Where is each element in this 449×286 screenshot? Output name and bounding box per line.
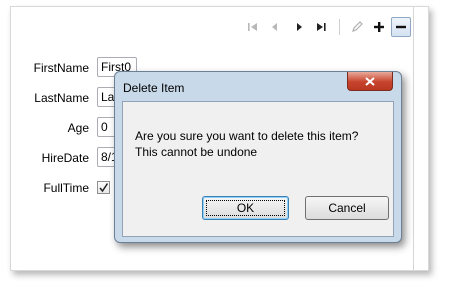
message-line-2: This cannot be undone: [135, 145, 258, 159]
lastname-label: LastName: [34, 91, 89, 105]
plus-icon[interactable]: [369, 17, 389, 37]
dialog-body: Are you sure you want to delete this ite…: [122, 101, 394, 237]
toolbar-separator: [339, 19, 340, 35]
right-divider: [413, 7, 414, 270]
age-label: Age: [67, 121, 89, 135]
fulltime-checkbox[interactable]: [97, 181, 110, 194]
dialog-message: Are you sure you want to delete this ite…: [135, 128, 358, 160]
hiredate-label: HireDate: [41, 151, 89, 165]
fulltime-label: FullTime: [43, 181, 89, 195]
close-button[interactable]: [347, 72, 393, 91]
checkmark-icon: [99, 183, 109, 193]
dialog-title: Delete Item: [123, 81, 185, 95]
close-icon: [365, 76, 375, 86]
navigation-toolbar: [243, 17, 411, 39]
previous-record-icon[interactable]: [265, 17, 285, 37]
delete-item-dialog: Delete Item Are you sure you want to del…: [114, 71, 402, 243]
firstname-label: FirstName: [33, 61, 89, 75]
last-record-icon[interactable]: [311, 17, 331, 37]
ok-button[interactable]: OK: [202, 196, 289, 220]
next-record-icon[interactable]: [289, 17, 309, 37]
cancel-button[interactable]: Cancel: [305, 196, 389, 220]
pencil-icon[interactable]: [347, 17, 367, 37]
focus-rectangle: [206, 200, 285, 216]
minus-icon[interactable]: [391, 17, 411, 37]
message-line-1: Are you sure you want to delete this ite…: [135, 129, 359, 143]
cancel-button-label: Cancel: [328, 201, 366, 215]
first-record-icon[interactable]: [243, 17, 263, 37]
